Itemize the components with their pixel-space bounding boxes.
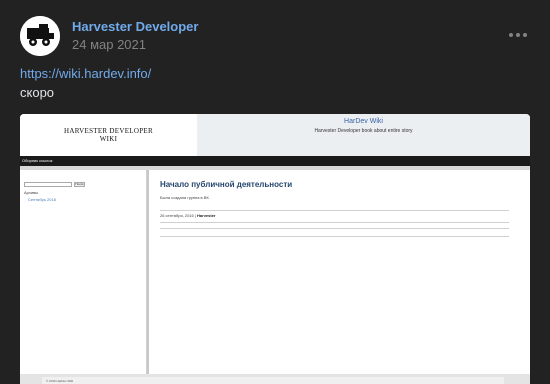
site-post-title: Начало публичной деятельности <box>160 180 293 189</box>
site-divider <box>160 228 509 229</box>
post-date[interactable]: 24 мар 2021 <box>72 37 146 52</box>
site-divider <box>160 222 509 223</box>
more-horizontal-icon[interactable] <box>508 30 528 40</box>
site-nav-bar: Оборник ссылок <box>20 156 530 166</box>
site-logo-area: HARVESTER DEVELOPER WIKI <box>20 114 197 156</box>
site-divider <box>160 236 509 237</box>
site-column-divider <box>147 170 149 374</box>
site-logo: HARVESTER DEVELOPER WIKI <box>20 127 197 143</box>
site-post-meta-author: Harvester <box>197 213 216 218</box>
site-sidebar: Поиск Архивы Сентябрь 2016 <box>20 170 147 374</box>
site-archives-label: Архивы <box>24 190 39 195</box>
site-header: HarDev Wiki Harvester Developer book abo… <box>197 114 530 156</box>
site-post-body: Была создана группа в ВК <box>160 195 209 200</box>
site-footer-inner: © 2016 HarDev Wiki <box>42 377 504 384</box>
site-logo-line1: HARVESTER DEVELOPER <box>64 127 153 135</box>
site-title: HarDev Wiki <box>344 118 383 125</box>
site-post-meta-date: 26 сентября, 2016 | <box>160 213 196 218</box>
author-avatar[interactable] <box>20 16 60 56</box>
site-description: Harvester Developer book about entire st… <box>314 128 413 134</box>
post-link[interactable]: https://wiki.hardev.info/ <box>20 66 151 81</box>
site-footer-text: © 2016 HarDev Wiki <box>46 379 74 383</box>
site-archive-link: Сентябрь 2016 <box>28 197 56 202</box>
attached-image[interactable]: HARVESTER DEVELOPER WIKI HarDev Wiki Har… <box>20 114 530 384</box>
site-nav-item: Оборник ссылок <box>22 158 53 163</box>
site-search-button: Поиск <box>74 182 85 187</box>
wall-post: Harvester Developer 24 мар 2021 https://… <box>0 0 550 384</box>
site-main-content: Начало публичной деятельности Была созда… <box>150 170 530 374</box>
site-search-input <box>24 182 72 187</box>
site-logo-line2: WIKI <box>99 135 118 143</box>
site-post-meta: 26 сентября, 2016 | Harvester <box>160 213 216 218</box>
post-text: скоро <box>20 85 55 100</box>
harvester-logo-icon <box>20 16 60 56</box>
author-name[interactable]: Harvester Developer <box>72 19 198 34</box>
site-footer: © 2016 HarDev Wiki <box>20 374 530 384</box>
site-divider <box>160 210 509 211</box>
